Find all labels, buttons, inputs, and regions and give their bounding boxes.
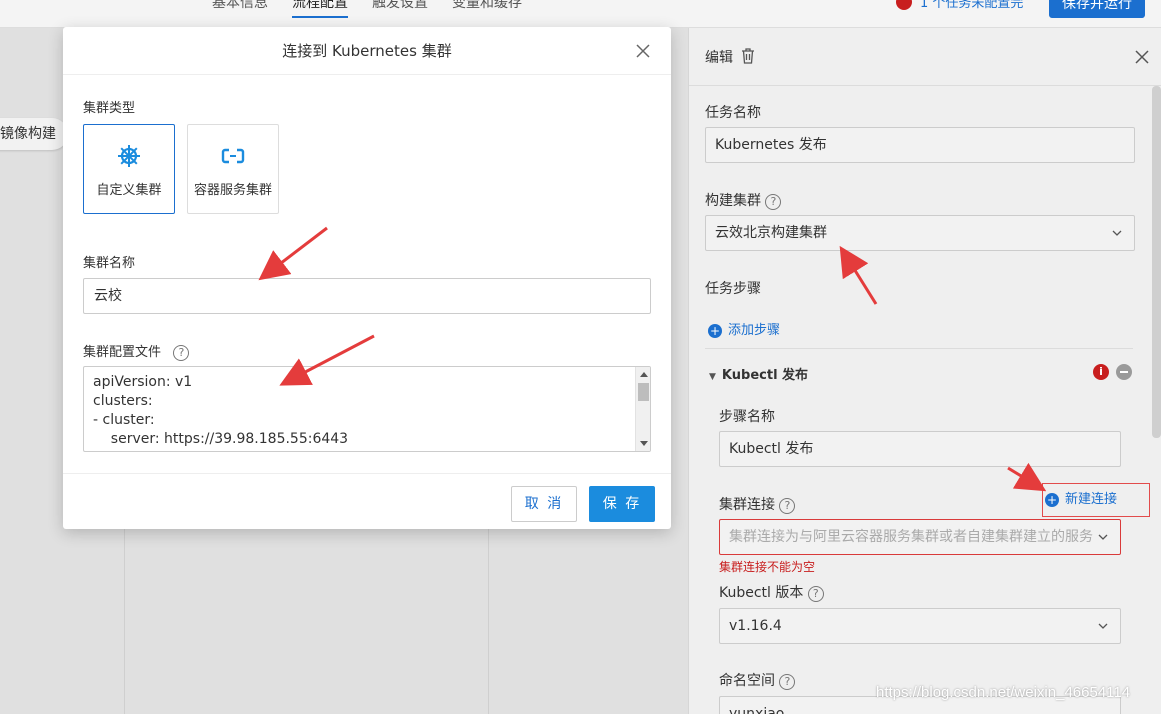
help-icon[interactable]: ?	[765, 194, 782, 210]
divider	[705, 348, 1133, 349]
error-info-icon: i	[1093, 364, 1109, 380]
cluster-name-input[interactable]: 云校	[83, 278, 651, 314]
chevron-down-icon	[1098, 532, 1108, 542]
connect-k8s-dialog: 连接到 Kubernetes 集群 集群类型 自定义集群 容器服务集群 集群名称	[63, 27, 671, 529]
add-step-link[interactable]: + 添加步骤	[708, 319, 780, 338]
config-file-textarea[interactable]: apiVersion: v1 clusters: - cluster: serv…	[83, 366, 651, 452]
step-name-input[interactable]: Kubectl 发布	[719, 431, 1121, 467]
cluster-type-custom[interactable]: 自定义集群	[83, 124, 175, 214]
chevron-down-icon	[1098, 623, 1108, 629]
kubectl-version-select[interactable]: v1.16.4	[719, 608, 1121, 644]
step-section-title: Kubectl 发布	[721, 368, 809, 383]
cluster-type-container-service-label: 容器服务集群	[193, 183, 272, 198]
task-steps-label: 任务步骤	[705, 281, 761, 297]
chevron-down-icon	[1112, 230, 1122, 236]
cancel-button[interactable]: 取 消	[511, 486, 577, 522]
cluster-connection-select[interactable]: 集群连接为与阿里云容器服务集群或者自建集群建立的服务	[719, 519, 1121, 555]
plus-circle-icon: +	[1045, 493, 1059, 507]
scroll-thumb[interactable]	[638, 383, 649, 401]
config-file-label: 集群配置文件 ?	[83, 341, 190, 361]
task-name-input[interactable]: Kubernetes 发布	[705, 127, 1135, 163]
tab-basic-info[interactable]: 基本信息	[212, 0, 268, 12]
step-section-header[interactable]: ▼ Kubectl 发布	[709, 364, 808, 383]
config-line: apiVersion: v1	[93, 374, 193, 390]
watermark-text: https://blog.csdn.net/weixin_46654114	[876, 684, 1131, 701]
dialog-body: 集群类型 自定义集群 容器服务集群 集群名称 云校 集群配置文件 ? apiVe…	[63, 75, 671, 473]
kubectl-version-value: v1.16.4	[729, 618, 782, 634]
tab-variables-cache[interactable]: 变量和缓存	[452, 0, 522, 12]
task-name-label: 任务名称	[705, 105, 761, 121]
add-step-label: 添加步骤	[728, 323, 781, 338]
edit-panel: 编辑 任务名称 Kubernetes 发布 构建集群 ? 云效北京构建集群 任务…	[688, 28, 1161, 714]
build-cluster-label: 构建集群 ?	[705, 190, 782, 210]
helm-wheel-icon	[118, 145, 140, 167]
help-icon[interactable]: ?	[779, 674, 796, 690]
dialog-header: 连接到 Kubernetes 集群	[63, 27, 671, 75]
save-and-run-button[interactable]: 保存并运行	[1049, 0, 1145, 18]
save-button[interactable]: 保 存	[589, 486, 655, 522]
edit-panel-header: 编辑	[689, 28, 1161, 86]
cluster-connection-label: 集群连接 ?	[719, 494, 796, 514]
config-line: - cluster:	[93, 412, 155, 428]
help-icon[interactable]: ?	[807, 586, 824, 602]
close-icon[interactable]	[1133, 48, 1151, 66]
help-icon[interactable]: ?	[173, 345, 190, 361]
remove-step-icon[interactable]	[1116, 364, 1132, 380]
cluster-type-label: 集群类型	[83, 101, 136, 116]
textarea-scrollbar[interactable]	[635, 367, 650, 451]
new-connection-label: 新建连接	[1065, 492, 1118, 507]
top-nav-bar: 基本信息 流程配置 触发设置 变量和缓存 1 个任务未配置完 保存并运行	[0, 0, 1161, 28]
warning-text[interactable]: 1 个任务未配置完	[920, 0, 1023, 11]
cluster-connection-error: 集群连接不能为空	[719, 560, 816, 574]
dialog-title: 连接到 Kubernetes 集群	[282, 42, 452, 60]
close-icon[interactable]	[633, 41, 653, 61]
aliyun-logo-icon	[221, 148, 245, 164]
namespace-label: 命名空间 ?	[719, 670, 796, 690]
cluster-name-label: 集群名称	[83, 256, 136, 271]
tab-trigger-settings[interactable]: 触发设置	[372, 0, 428, 12]
trash-icon[interactable]	[740, 47, 756, 65]
scroll-up-icon[interactable]	[640, 372, 648, 377]
edit-panel-title: 编辑	[705, 50, 733, 66]
step-name-label: 步骤名称	[719, 409, 775, 425]
cluster-type-container-service[interactable]: 容器服务集群	[187, 124, 279, 214]
build-cluster-select[interactable]: 云效北京构建集群	[705, 215, 1135, 251]
tab-pipeline-config[interactable]: 流程配置	[292, 0, 348, 18]
cluster-connection-placeholder: 集群连接为与阿里云容器服务集群或者自建集群建立的服务	[729, 529, 1093, 545]
cluster-type-custom-label: 自定义集群	[96, 183, 162, 198]
stage-chip-image-build[interactable]: 镜像构建	[0, 118, 68, 150]
build-cluster-value: 云效北京构建集群	[715, 225, 827, 241]
config-line: server: https://39.98.185.55:6443	[93, 431, 349, 447]
panel-scrollbar[interactable]	[1152, 86, 1161, 438]
help-icon[interactable]: ?	[779, 498, 796, 514]
plus-circle-icon: +	[708, 324, 722, 338]
new-connection-button[interactable]: + 新建连接	[1042, 483, 1150, 517]
kubectl-version-label: Kubectl 版本 ?	[719, 582, 824, 602]
dialog-footer: 取 消 保 存	[63, 473, 671, 529]
caret-down-icon: ▼	[709, 372, 716, 382]
config-line: clusters:	[93, 393, 153, 409]
scroll-down-icon[interactable]	[640, 441, 648, 446]
warning-icon	[896, 0, 912, 10]
